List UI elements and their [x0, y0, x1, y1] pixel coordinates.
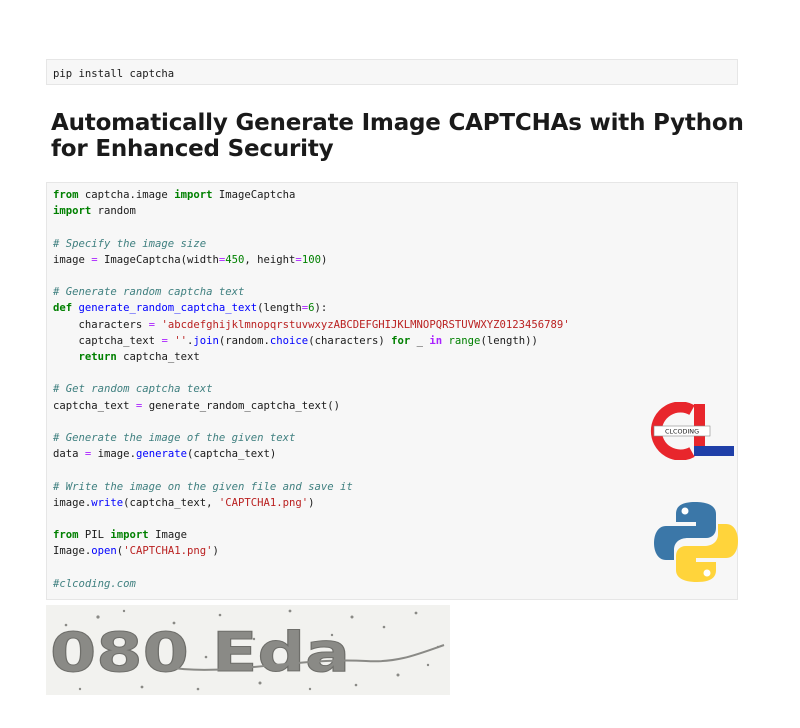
code-line: import random — [53, 205, 136, 218]
code-comment: # Generate the image of the given text — [53, 432, 296, 445]
clcoding-logo-icon: CLCODING — [650, 402, 734, 460]
code-comment: # Get random captcha text — [53, 383, 213, 396]
pip-install-cell: pip install captcha — [46, 59, 738, 85]
code-line: image.write(captcha_text, 'CAPTCHA1.png'… — [53, 496, 315, 509]
code-line: characters = 'abcdefghijklmnopqrstuvwxyz… — [53, 318, 570, 331]
code-comment: # Generate random captcha text — [53, 286, 245, 299]
code-comment: #clcoding.com — [53, 577, 136, 590]
code-line: Image.open('CAPTCHA1.png') — [53, 545, 219, 558]
code-cell: from captcha.image import ImageCaptcha i… — [46, 182, 738, 600]
svg-text:080 Eda: 080 Eda — [50, 621, 350, 684]
code-line: image = ImageCaptcha(width=450, height=1… — [53, 253, 328, 266]
captcha-image: 080 Eda — [46, 605, 450, 695]
page-title: Automatically Generate Image CAPTCHAs wi… — [51, 110, 744, 162]
code-line: from captcha.image import ImageCaptcha — [53, 189, 296, 201]
code-line: def generate_random_captcha_text(length=… — [53, 302, 328, 315]
code-line: captcha_text = generate_random_captcha_t… — [53, 399, 341, 412]
code-comment: # Specify the image size — [53, 237, 207, 250]
python-logo-icon — [654, 502, 738, 582]
code-block: from captcha.image import ImageCaptcha i… — [47, 183, 737, 596]
code-line: data = image.generate(captcha_text) — [53, 448, 277, 461]
code-line: captcha_text = ''.join(random.choice(cha… — [53, 334, 538, 347]
pip-install-code: pip install captcha — [53, 68, 175, 80]
code-comment: # Write the image on the given file and … — [53, 480, 353, 493]
svg-text:CLCODING: CLCODING — [665, 428, 699, 436]
code-line: return captcha_text — [78, 351, 200, 364]
code-line: from PIL import Image — [53, 529, 187, 542]
